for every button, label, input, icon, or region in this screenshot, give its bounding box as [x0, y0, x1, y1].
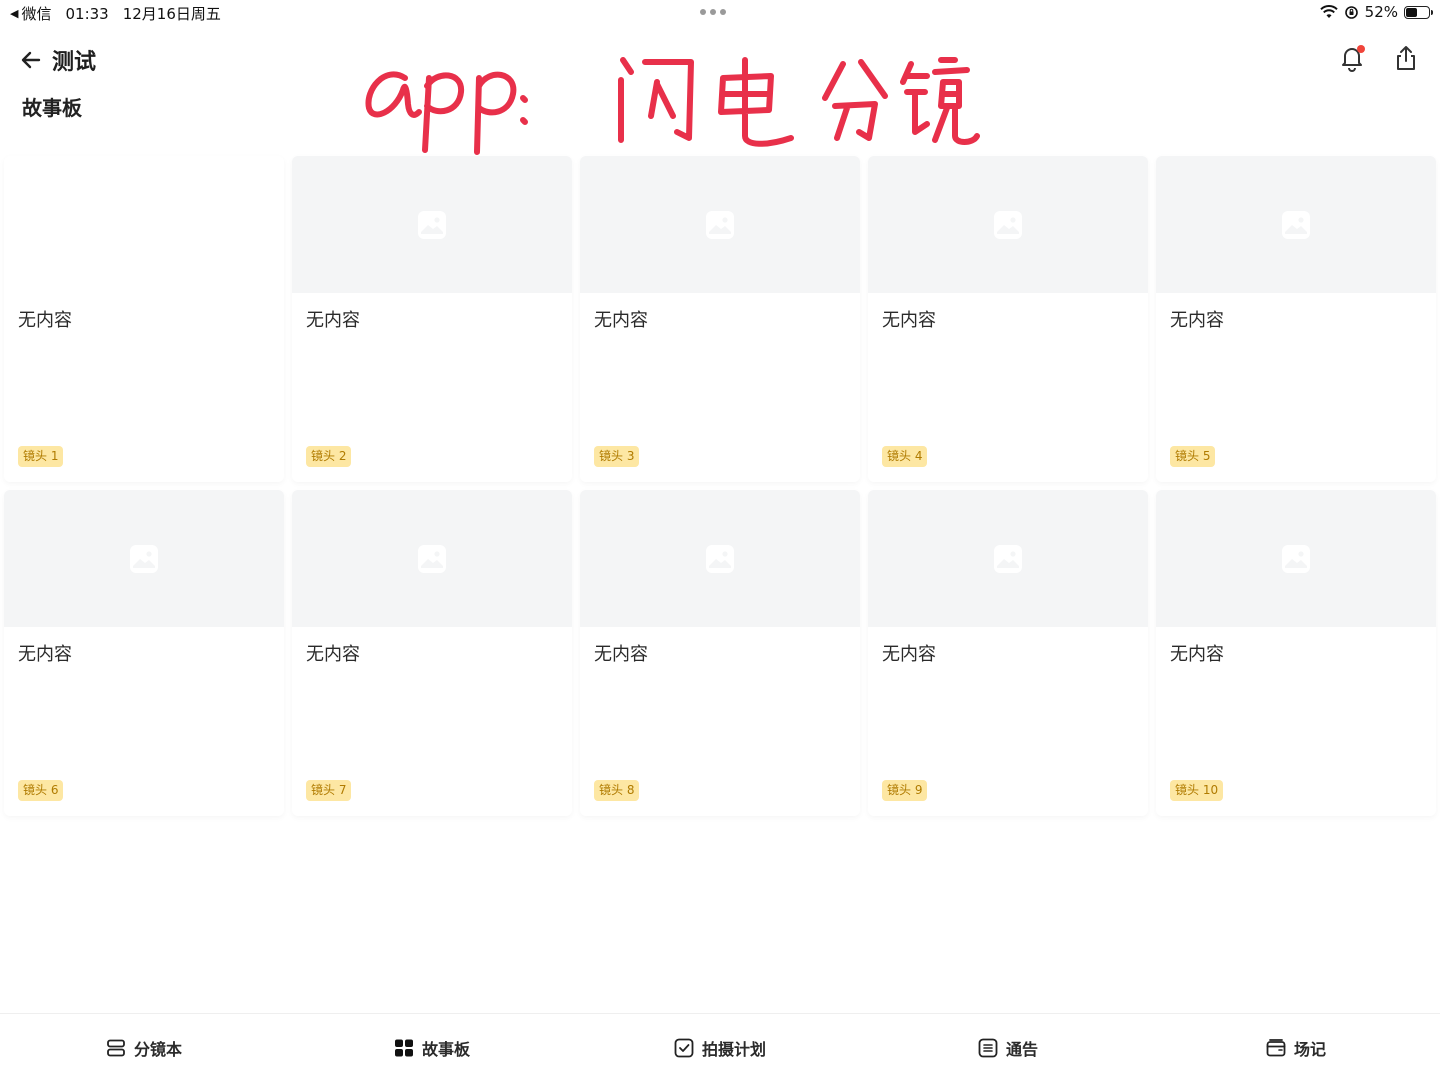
- card-description: 无内容: [306, 644, 360, 665]
- storyboard-card[interactable]: 无内容镜头 1: [4, 156, 284, 482]
- share-button[interactable]: [1390, 42, 1422, 74]
- storyboard-grid: 无内容 镜头 1 无内容 镜头 2 无内容 镜头 3 无内容 镜头 4 无内容 镜头 5 无内容 镜头…: [4, 156, 1436, 816]
- storyboard-card[interactable]: 无内容镜头 2: [292, 156, 572, 482]
- grid-icon: [394, 1039, 413, 1056]
- shot-number-badge: 镜头 8: [594, 780, 640, 801]
- tab-label: 拍摄计划: [701, 1039, 766, 1059]
- image-placeholder-icon: [418, 210, 446, 239]
- card-description: 无内容: [18, 310, 72, 331]
- card-description: 无内容: [882, 310, 936, 331]
- storyboard-card[interactable]: 无内容镜头 6: [4, 490, 284, 816]
- status-date: 12月16日周五: [122, 5, 221, 23]
- image-placeholder-icon: [706, 544, 734, 573]
- storyboard-card[interactable]: 无内容镜头 8: [580, 490, 860, 816]
- status-right: 52%: [1319, 3, 1433, 21]
- tab-label: 故事板: [421, 1039, 470, 1059]
- tab-log[interactable]: 场记: [1152, 1014, 1440, 1080]
- tab-notice[interactable]: 通告: [864, 1014, 1152, 1080]
- image-placeholder-icon: [1282, 210, 1310, 239]
- handwritten-annotation: [365, 57, 980, 155]
- card-thumbnail[interactable]: [1156, 490, 1436, 627]
- notification-dot: [1357, 45, 1365, 53]
- storyboard-card[interactable]: 无内容镜头 7: [292, 490, 572, 816]
- card-description: 无内容: [882, 644, 936, 665]
- card-description: 无内容: [18, 644, 72, 665]
- shot-number-badge: 镜头 6: [18, 780, 64, 801]
- image-placeholder-icon: [418, 544, 446, 573]
- card-description: 无内容: [594, 644, 648, 665]
- shot-number-badge: 镜头 7: [306, 780, 352, 801]
- back-to-app-link[interactable]: ◀ 微信: [10, 3, 51, 24]
- battery-icon: [1404, 5, 1433, 19]
- card-description: 无内容: [594, 310, 648, 331]
- checkbox-icon: [674, 1038, 694, 1057]
- card-thumbnail[interactable]: [868, 490, 1148, 627]
- shot-number-badge: 镜头 3: [594, 446, 640, 467]
- card-description: 无内容: [1170, 644, 1224, 665]
- script-icon: [107, 1039, 125, 1056]
- arrow-left-icon: [21, 51, 41, 69]
- back-triangle-icon: ◀: [10, 7, 19, 20]
- image-placeholder-icon: [994, 544, 1022, 573]
- status-time: 01:33: [65, 4, 109, 23]
- app-window: ◀ 微信 01:33 12月16日周五 52% 测试 故事板 无内容 镜头 1 …: [0, 0, 1440, 1080]
- card-thumbnail[interactable]: [292, 490, 572, 627]
- header-actions: [1336, 42, 1422, 74]
- orientation-lock-icon: [1344, 5, 1358, 19]
- storyboard-card[interactable]: 无内容镜头 4: [868, 156, 1148, 482]
- notification-button[interactable]: [1336, 42, 1368, 74]
- wifi-icon: [1319, 5, 1338, 18]
- tab-shooting-plan[interactable]: 拍摄计划: [576, 1014, 864, 1080]
- shot-number-badge: 镜头 9: [882, 780, 928, 801]
- image-placeholder-icon: [706, 210, 734, 239]
- share-icon: [1397, 46, 1415, 70]
- page-title: 测试: [52, 50, 97, 75]
- page-subtitle: 故事板: [22, 96, 82, 120]
- notice-icon: [978, 1038, 998, 1057]
- card-thumbnail[interactable]: [4, 490, 284, 627]
- card-thumbnail[interactable]: [580, 156, 860, 293]
- shot-number-badge: 镜头 10: [1170, 780, 1224, 801]
- status-left: ◀ 微信 01:33 12月16日周五: [10, 3, 221, 24]
- card-description: 无内容: [306, 310, 360, 331]
- card-thumbnail[interactable]: [868, 156, 1148, 293]
- image-placeholder-icon: [1282, 544, 1310, 573]
- shot-number-badge: 镜头 4: [882, 446, 928, 467]
- multitasking-dots[interactable]: [700, 2, 726, 15]
- tab-label: 分镜本: [133, 1039, 182, 1059]
- bottom-tab-bar: 分镜本 故事板 拍摄计划 通告 场记: [0, 1013, 1440, 1080]
- shot-number-badge: 镜头 2: [306, 446, 352, 467]
- storyboard-card[interactable]: 无内容镜头 5: [1156, 156, 1436, 482]
- tab-script[interactable]: 分镜本: [0, 1014, 288, 1080]
- battery-percent: 52%: [1364, 3, 1398, 21]
- card-description: 无内容: [1170, 310, 1224, 331]
- tab-label: 通告: [1005, 1039, 1038, 1059]
- card-thumbnail[interactable]: [1156, 156, 1436, 293]
- card-thumbnail[interactable]: [580, 490, 860, 627]
- card-thumbnail[interactable]: [4, 156, 284, 293]
- image-placeholder-icon: [130, 544, 158, 573]
- shot-number-badge: 镜头 5: [1170, 446, 1216, 467]
- back-button[interactable]: 测试: [20, 44, 96, 76]
- storyboard-card[interactable]: 无内容镜头 3: [580, 156, 860, 482]
- shot-number-badge: 镜头 1: [18, 446, 64, 467]
- card-thumbnail[interactable]: [292, 156, 572, 293]
- back-app-label: 微信: [21, 5, 52, 23]
- tab-label: 场记: [1293, 1039, 1326, 1059]
- image-placeholder-icon: [994, 210, 1022, 239]
- tab-storyboard[interactable]: 故事板: [288, 1014, 576, 1080]
- storyboard-card[interactable]: 无内容镜头 10: [1156, 490, 1436, 816]
- clapboard-icon: [1266, 1038, 1286, 1056]
- storyboard-card[interactable]: 无内容镜头 9: [868, 490, 1148, 816]
